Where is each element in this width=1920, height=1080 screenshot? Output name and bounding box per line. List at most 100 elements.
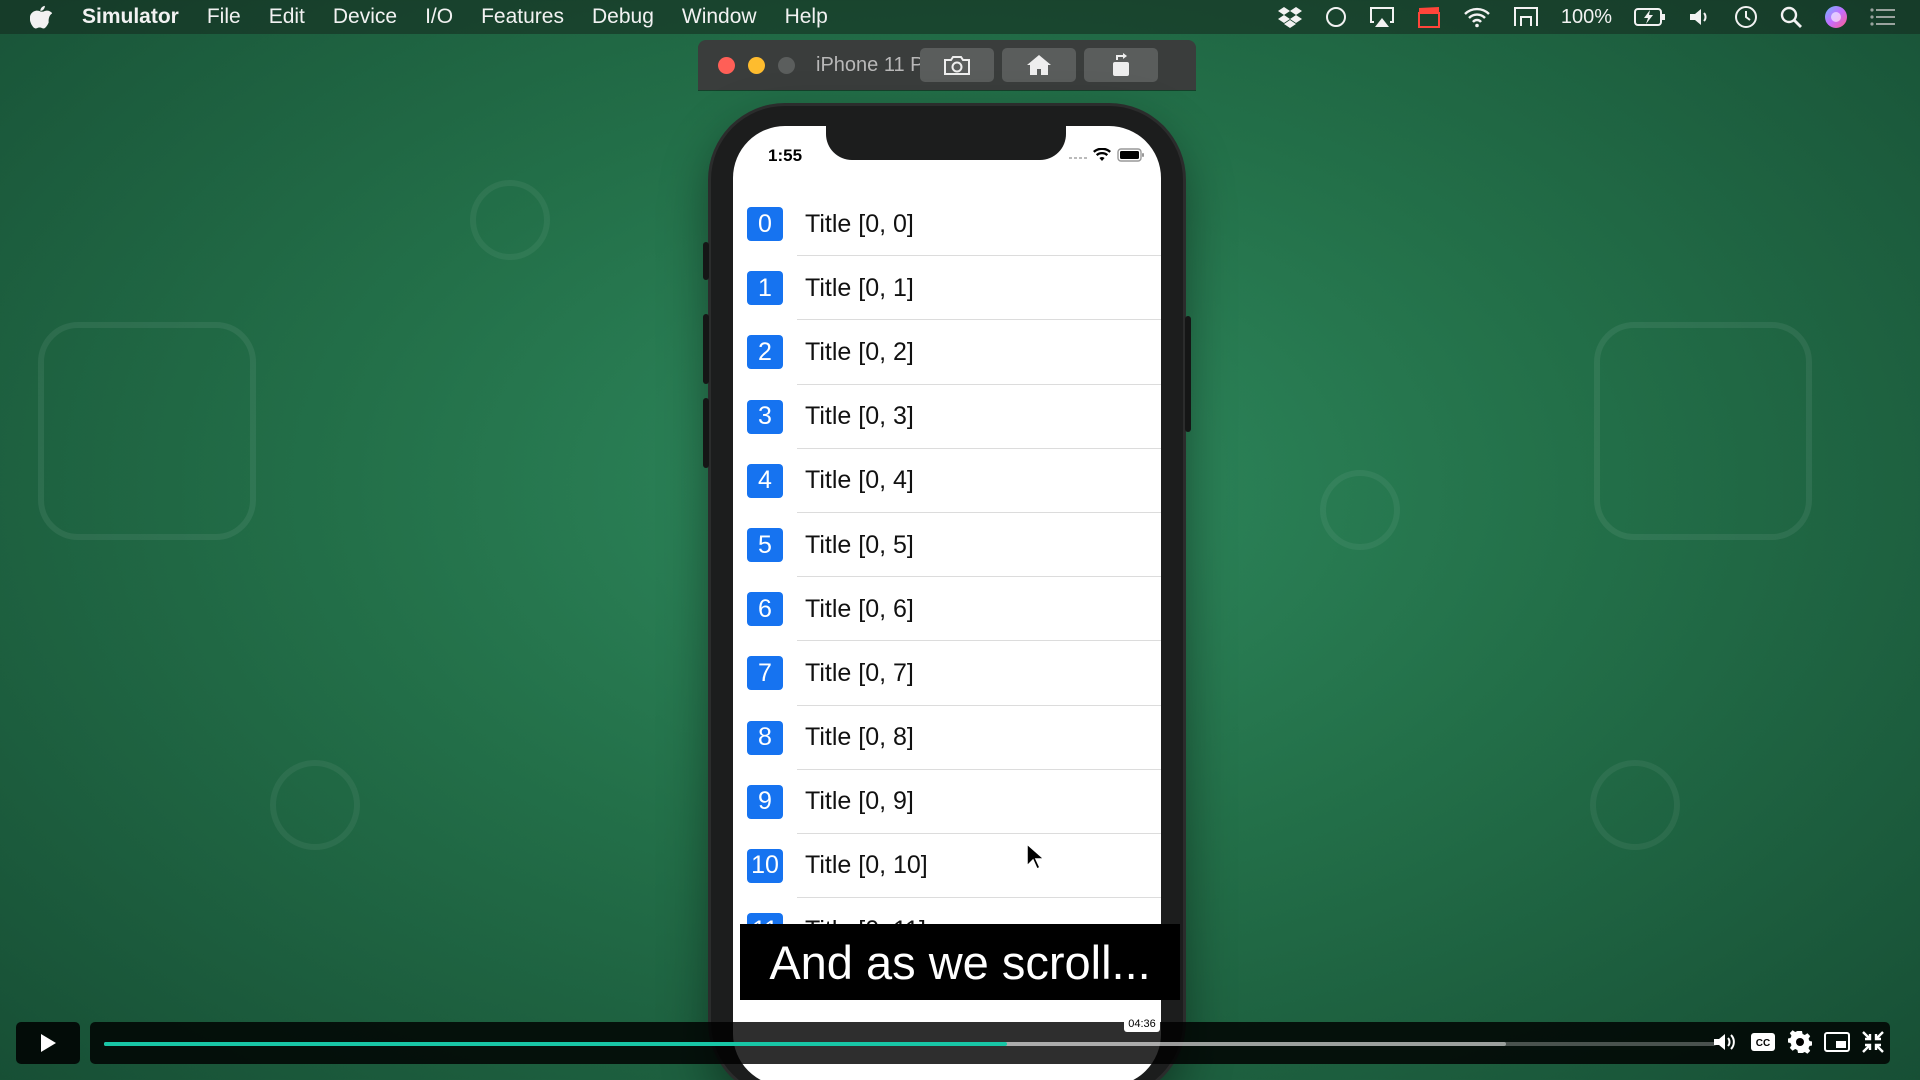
menu-edit[interactable]: Edit — [269, 5, 305, 29]
screenshot-button[interactable] — [920, 48, 994, 82]
home-button[interactable] — [1002, 48, 1076, 82]
hover-time-tooltip: 04:36 — [1124, 1016, 1160, 1032]
row-index-badge: 7 — [747, 656, 783, 691]
table-row[interactable]: 8 Title [0, 8] — [733, 706, 1161, 770]
closed-captions-icon[interactable]: CC — [1750, 1032, 1776, 1052]
table-row[interactable]: 6 Title [0, 6] — [733, 577, 1161, 642]
row-title: Title [0, 8] — [805, 723, 914, 752]
simulator-window-toolbar: iPhone 11 P... — [698, 40, 1196, 90]
screenshot-icon — [944, 56, 970, 75]
status-bar-time: 1:55 — [768, 146, 803, 165]
table-row[interactable]: 4 Title [0, 4] — [733, 449, 1161, 513]
rotate-icon — [1113, 53, 1129, 76]
battery-icon — [1117, 148, 1144, 162]
apple-menu-icon[interactable] — [30, 5, 52, 29]
row-title: Title [0, 1] — [805, 273, 914, 302]
home-icon — [1027, 55, 1051, 75]
mute-switch[interactable] — [703, 242, 709, 280]
battery-charging-icon[interactable] — [1634, 7, 1666, 27]
row-index-badge: 9 — [747, 784, 783, 819]
volume-up-button[interactable] — [703, 314, 709, 384]
siri-icon[interactable] — [1824, 5, 1848, 29]
row-index-badge: 10 — [747, 848, 783, 883]
row-title: Title [0, 9] — [805, 787, 914, 816]
simulator-window-title: iPhone 11 P... — [816, 53, 938, 76]
progress-bar[interactable] — [104, 1042, 1716, 1046]
picture-in-picture-icon[interactable] — [1824, 1031, 1850, 1053]
row-index-badge: 5 — [747, 528, 783, 563]
menu-io[interactable]: I/O — [425, 5, 453, 29]
table-row[interactable]: 10 Title [0, 10] — [733, 834, 1161, 899]
wifi-icon[interactable] — [1463, 6, 1491, 28]
table-row[interactable]: 9 Title [0, 9] — [733, 770, 1161, 834]
zoom-window-button[interactable] — [778, 56, 795, 74]
row-title: Title [0, 3] — [805, 402, 914, 431]
table-view[interactable]: 0 Title [0, 0] 1 Title [0, 1] 2 Title [0… — [733, 192, 1161, 963]
dropbox-icon[interactable] — [1277, 6, 1303, 28]
table-row[interactable]: 2 Title [0, 2] — [733, 320, 1161, 385]
menu-bar: Simulator File Edit Device I/O Features … — [0, 0, 1920, 34]
row-index-badge: 0 — [747, 207, 783, 242]
table-row[interactable]: 7 Title [0, 7] — [733, 641, 1161, 706]
settings-gear-icon[interactable] — [1788, 1030, 1812, 1054]
volume-down-button[interactable] — [703, 398, 709, 468]
time-machine-icon[interactable] — [1734, 5, 1758, 29]
menu-features[interactable]: Features — [481, 5, 564, 29]
player-icon-group: CC — [1712, 1030, 1884, 1054]
battery-percentage[interactable]: 100% — [1561, 6, 1612, 29]
row-title: Title [0, 7] — [805, 658, 914, 687]
background-circle-glyph — [1590, 760, 1680, 850]
minimize-window-button[interactable] — [748, 56, 765, 74]
background-circle-glyph — [470, 180, 550, 260]
row-index-badge: 1 — [747, 271, 783, 306]
cellular-signal-icon — [1069, 157, 1087, 159]
wifi-icon — [1093, 148, 1111, 161]
play-button[interactable] — [16, 1022, 80, 1064]
background-swift-glyph — [1594, 322, 1812, 540]
progress-played — [104, 1042, 1007, 1046]
background-circle-glyph — [270, 760, 360, 850]
table-row[interactable]: 3 Title [0, 3] — [733, 385, 1161, 449]
row-title: Title [0, 0] — [805, 209, 914, 238]
play-icon — [41, 1034, 56, 1052]
airplay-icon[interactable] — [1369, 6, 1395, 28]
background-sdk-glyph — [38, 322, 256, 540]
volume-icon[interactable] — [1688, 6, 1712, 28]
notification-center-icon[interactable] — [1870, 7, 1896, 27]
menu-app-name[interactable]: Simulator — [82, 5, 179, 29]
row-index-badge: 2 — [747, 335, 783, 370]
menu-file[interactable]: File — [207, 5, 241, 29]
screen-mirroring-icon[interactable] — [1513, 6, 1539, 28]
row-title: Title [0, 5] — [805, 530, 914, 559]
svg-text:CC: CC — [1756, 1038, 1770, 1049]
menu-window[interactable]: Window — [682, 5, 757, 29]
row-index-badge: 4 — [747, 463, 783, 498]
row-title: Title [0, 2] — [805, 337, 914, 366]
notch — [826, 126, 1066, 160]
background-circle-glyph — [1320, 470, 1400, 550]
spotlight-search-icon[interactable] — [1780, 6, 1802, 28]
status-bar-icons — [1069, 148, 1145, 162]
side-power-button[interactable] — [1185, 316, 1191, 432]
menu-device[interactable]: Device — [333, 5, 397, 29]
mouse-cursor-icon — [1026, 843, 1046, 871]
video-player-controls — [0, 1022, 1920, 1066]
video-caption: And as we scroll... — [740, 924, 1180, 1000]
table-row[interactable]: 0 Title [0, 0] — [733, 192, 1161, 257]
table-row[interactable]: 5 Title [0, 5] — [733, 513, 1161, 578]
row-title: Title [0, 6] — [805, 594, 914, 623]
row-index-badge: 8 — [747, 720, 783, 755]
table-row[interactable]: 1 Title [0, 1] — [733, 256, 1161, 321]
menu-debug[interactable]: Debug — [592, 5, 654, 29]
row-title: Title [0, 10] — [805, 851, 928, 880]
row-index-badge: 6 — [747, 592, 783, 627]
menu-help[interactable]: Help — [785, 5, 828, 29]
close-window-button[interactable] — [718, 56, 735, 74]
row-index-badge: 3 — [747, 399, 783, 434]
exit-fullscreen-icon[interactable] — [1862, 1031, 1884, 1053]
row-title: Title [0, 4] — [805, 466, 914, 495]
status-circle-icon[interactable] — [1325, 6, 1347, 28]
clapper-icon[interactable] — [1417, 6, 1441, 28]
rotate-button[interactable] — [1084, 48, 1158, 82]
volume-icon[interactable] — [1712, 1031, 1738, 1053]
